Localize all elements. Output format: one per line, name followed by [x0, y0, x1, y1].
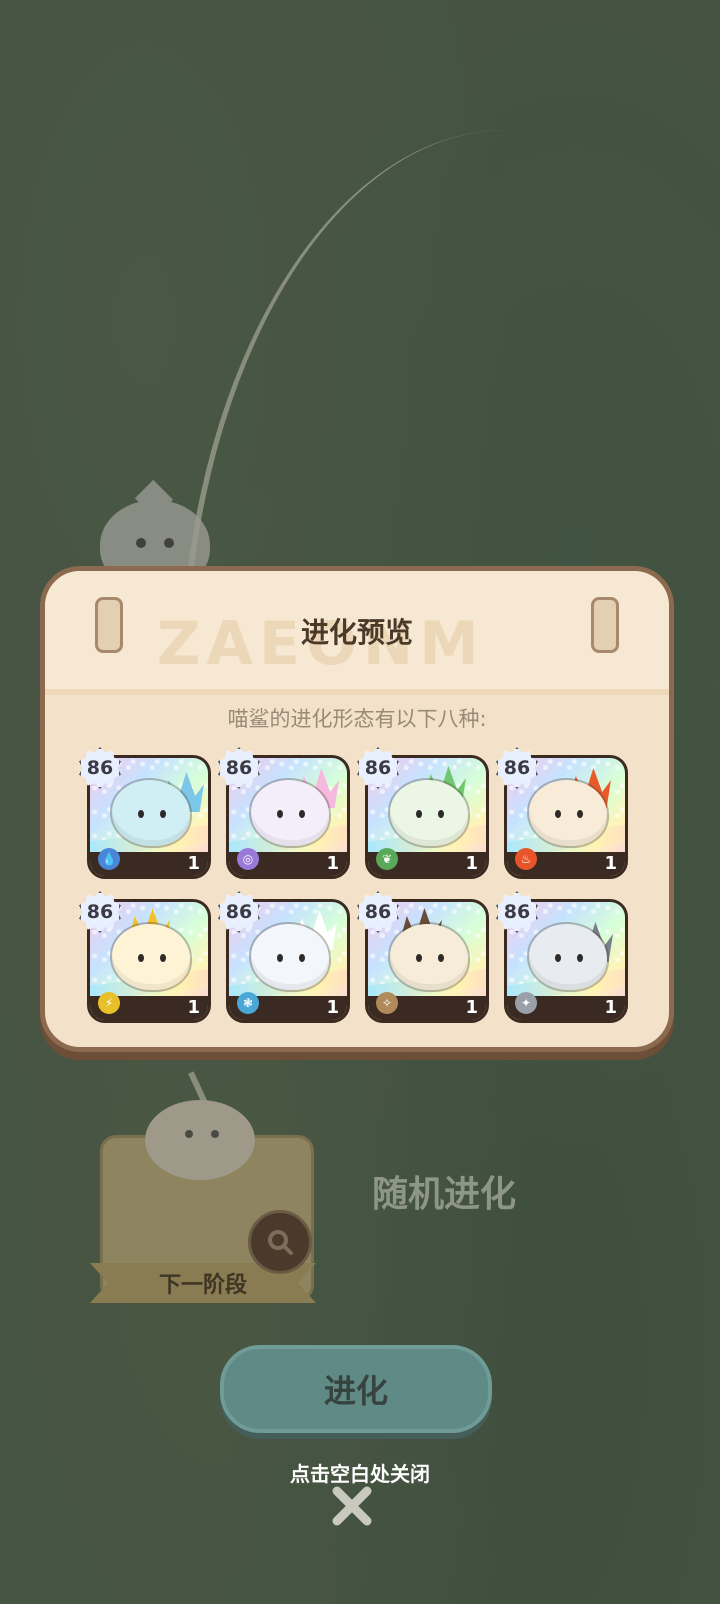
level-badge: 86 [496, 891, 538, 933]
creature-eye [299, 810, 305, 818]
creature-eye [438, 954, 444, 962]
level-value: 86 [503, 901, 531, 923]
random-evolution-label: 随机进化 [372, 1174, 517, 1215]
close-button[interactable] [324, 1478, 380, 1534]
card-count: 1 [326, 853, 339, 874]
level-value: 86 [364, 757, 392, 779]
magnify-preview-button[interactable] [248, 1210, 312, 1274]
creature-eye [299, 954, 305, 962]
level-value: 86 [503, 757, 531, 779]
creature-psychic [251, 780, 329, 846]
water-type-icon: 💧 [98, 848, 120, 870]
card-count: 1 [187, 997, 200, 1018]
creature-electric [112, 924, 190, 990]
fire-type-icon: ♨ [515, 848, 537, 870]
level-badge: 86 [357, 747, 399, 789]
card-count: 1 [604, 997, 617, 1018]
creature-earth [390, 924, 468, 990]
magnifier-icon [268, 1230, 293, 1255]
creature-eye [138, 954, 144, 962]
evolution-card-electric[interactable]: ⚡ 1 86 [87, 899, 211, 1023]
level-badge: 86 [496, 747, 538, 789]
card-count: 1 [465, 997, 478, 1018]
psychic-type-icon: ◎ [237, 848, 259, 870]
evolution-grid: 💧 1 86 ◎ 1 86 ❦ 1 86 ♨ 1 86 ⚡ 1 86 ❃ 1 86 ✧ 1 86 ✦ 1 86 [87, 755, 628, 1023]
card-count: 1 [465, 853, 478, 874]
creature-eye [438, 810, 444, 818]
level-badge: 86 [79, 891, 121, 933]
creature-eye [577, 810, 583, 818]
evolution-card-normal[interactable]: ✦ 1 86 [504, 899, 628, 1023]
card-count: 1 [604, 853, 617, 874]
creature-grass [390, 780, 468, 846]
creature-eye [277, 954, 283, 962]
level-badge: 86 [357, 891, 399, 933]
creature-eye [416, 810, 422, 818]
creature-normal [529, 924, 607, 990]
grass-type-icon: ❦ [376, 848, 398, 870]
level-value: 86 [86, 901, 114, 923]
modal-header: ZAEONM 进化预览 [45, 571, 669, 695]
level-value: 86 [364, 901, 392, 923]
creature-wind [251, 924, 329, 990]
creature-eye [185, 1130, 193, 1138]
level-value: 86 [225, 757, 253, 779]
evolve-button-label: 进化 [323, 1372, 388, 1410]
creature-eye [211, 1130, 219, 1138]
creature-eye [136, 538, 146, 548]
evolution-card-fire[interactable]: ♨ 1 86 [504, 755, 628, 879]
next-stage-creature [145, 1100, 255, 1180]
modal-title: 进化预览 [300, 616, 413, 649]
next-stage-label: 下一阶段 [158, 1273, 247, 1298]
earth-type-icon: ✧ [376, 992, 398, 1014]
evolve-button[interactable]: 进化 [220, 1345, 492, 1433]
creature-eye [555, 954, 561, 962]
wind-type-icon: ❃ [237, 992, 259, 1014]
card-count: 1 [326, 997, 339, 1018]
close-icon [332, 1486, 372, 1526]
evolution-card-psychic[interactable]: ◎ 1 86 [226, 755, 350, 879]
evolution-card-grass[interactable]: ❦ 1 86 [365, 755, 489, 879]
evolution-card-wind[interactable]: ❃ 1 86 [226, 899, 350, 1023]
creature-eye [164, 538, 174, 548]
creature-eye [577, 954, 583, 962]
level-badge: 86 [218, 891, 260, 933]
level-value: 86 [225, 901, 253, 923]
normal-type-icon: ✦ [515, 992, 537, 1014]
creature-fire [529, 780, 607, 846]
creature-water [112, 780, 190, 846]
card-count: 1 [187, 853, 200, 874]
creature-eye [160, 810, 166, 818]
modal-subtitle: 喵鲨的进化形态有以下八种: [227, 707, 487, 731]
creature-eye [138, 810, 144, 818]
evolution-card-water[interactable]: 💧 1 86 [87, 755, 211, 879]
creature-eye [416, 954, 422, 962]
creature-eye [277, 810, 283, 818]
level-value: 86 [86, 757, 114, 779]
evolution-card-earth[interactable]: ✧ 1 86 [365, 899, 489, 1023]
evolution-preview-modal: ZAEONM 进化预览 喵鲨的进化形态有以下八种: 💧 1 86 ◎ 1 86 ❦ 1 86 ♨ 1… [40, 566, 674, 1052]
level-badge: 86 [79, 747, 121, 789]
level-badge: 86 [218, 747, 260, 789]
creature-eye [555, 810, 561, 818]
creature-eye [160, 954, 166, 962]
electric-type-icon: ⚡ [98, 992, 120, 1014]
